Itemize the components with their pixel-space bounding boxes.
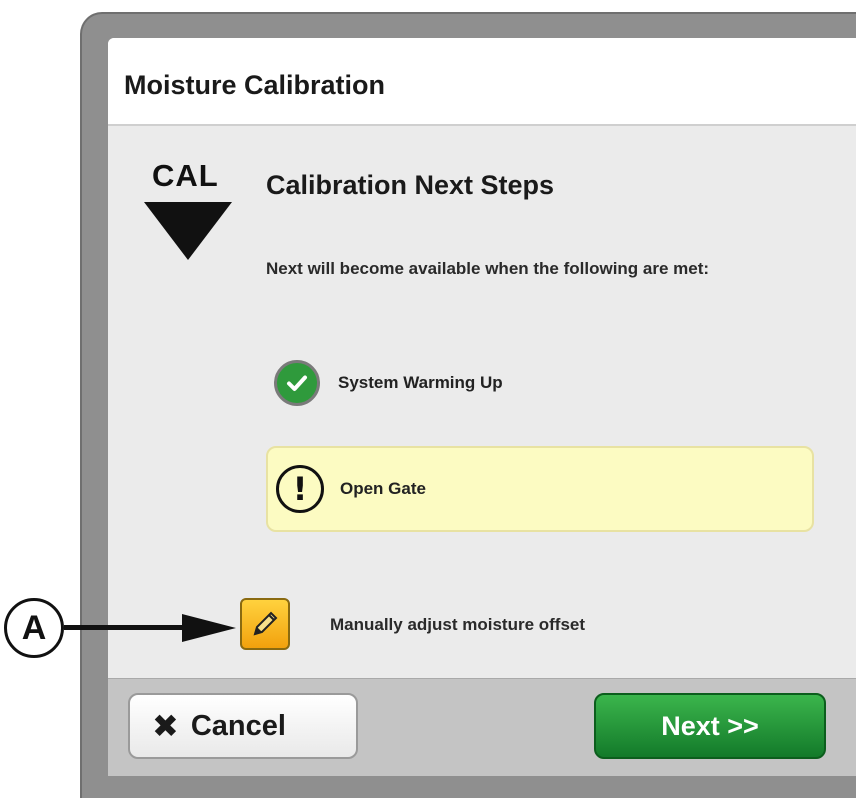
x-icon: ✖ xyxy=(152,707,179,745)
dialog-title-bar: Moisture Calibration xyxy=(108,38,856,126)
cancel-label: Cancel xyxy=(190,709,286,742)
manual-offset-label: Manually adjust moisture offset xyxy=(330,615,586,634)
exclamation-circle-icon: ! xyxy=(276,465,324,513)
requirement-label: System Warming Up xyxy=(338,373,503,392)
cal-label: CAL xyxy=(152,158,219,193)
requirement-system-warming-up: System Warming Up xyxy=(266,340,814,426)
moisture-calibration-dialog: Moisture Calibration CAL Calibration Nex… xyxy=(108,38,856,776)
callout-label: A xyxy=(21,608,47,647)
next-button[interactable]: Next >> xyxy=(594,693,826,759)
next-label: Next >> xyxy=(661,710,759,741)
requirement-label: Open Gate xyxy=(340,479,426,498)
steps-description: Next will become available when the foll… xyxy=(266,259,710,278)
dialog-footer: ✖ Cancel Next >> xyxy=(108,678,856,776)
callout-line xyxy=(64,625,184,630)
manual-offset-row: Manually adjust moisture offset xyxy=(238,598,798,658)
manual-offset-button[interactable] xyxy=(240,598,290,650)
down-arrow-icon xyxy=(144,202,232,260)
cancel-button[interactable]: ✖ Cancel xyxy=(128,693,358,759)
callout-marker: A xyxy=(4,598,64,658)
dialog-title: Moisture Calibration xyxy=(124,70,386,100)
check-circle-icon xyxy=(274,360,320,406)
steps-title: Calibration Next Steps xyxy=(266,170,555,200)
pencil-icon xyxy=(253,611,278,636)
callout-arrow-icon xyxy=(182,614,236,642)
requirement-open-gate: ! Open Gate xyxy=(266,446,814,532)
